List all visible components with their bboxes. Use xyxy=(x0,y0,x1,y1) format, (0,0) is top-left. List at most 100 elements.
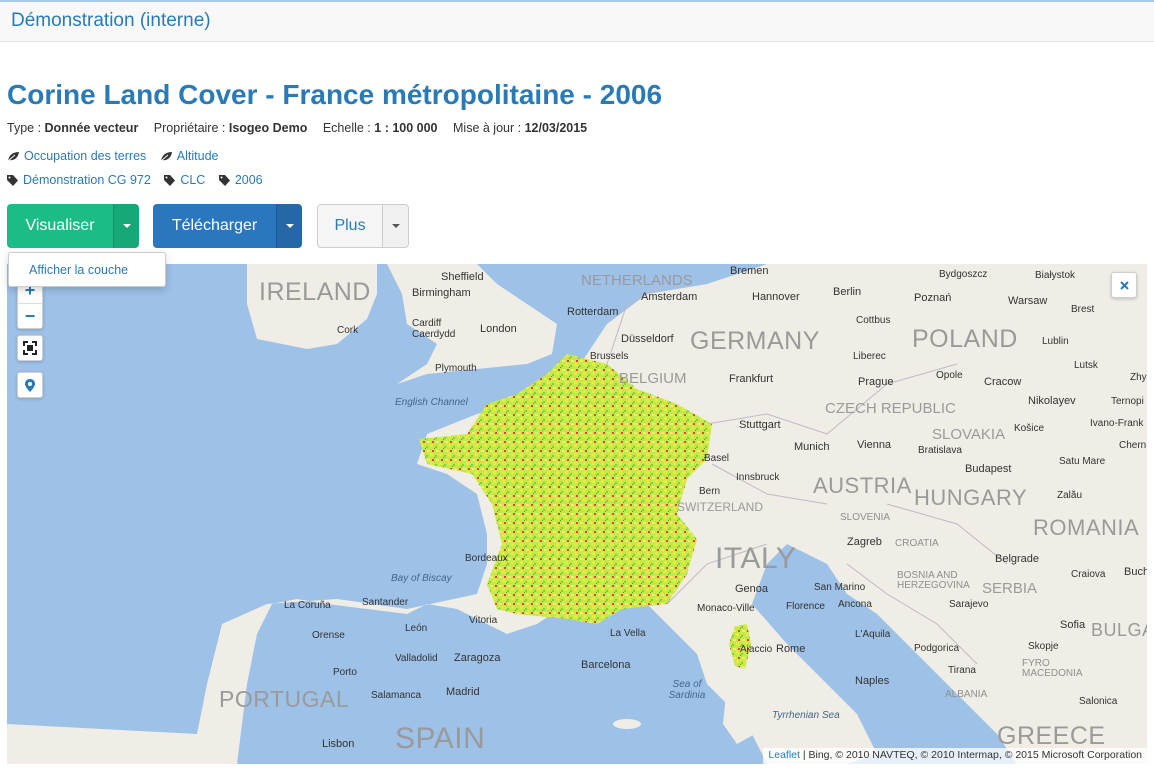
plus-button-group: Plus xyxy=(317,204,409,248)
map-label-city: Vienna xyxy=(857,439,892,451)
map-label-city: Orense xyxy=(312,630,345,641)
meta-scale-value: 1 : 100 000 xyxy=(374,121,438,135)
dataset-metadata: Type : Donnée vecteur Propriétaire : Iso… xyxy=(7,121,599,135)
map-label-country: SLOVENIA xyxy=(840,512,891,523)
map-label-country: SWITZERLAND xyxy=(677,500,764,514)
map-label-country: SLOVAKIA xyxy=(932,426,1006,443)
map-label-city: Salonica xyxy=(1079,696,1118,707)
keyword-label: Démonstration CG 972 xyxy=(23,173,151,187)
map-label-city: La Coruña xyxy=(284,600,331,611)
map-label-city: Innsbruck xyxy=(736,472,780,483)
theme-label: Altitude xyxy=(176,149,219,163)
telecharger-dropdown-toggle[interactable] xyxy=(276,204,302,248)
keyword-label: CLC xyxy=(180,173,206,187)
telecharger-button[interactable]: Télécharger xyxy=(153,204,276,248)
map-label-city: Zhy xyxy=(1130,372,1147,383)
visualiser-dropdown-toggle[interactable] xyxy=(113,204,139,248)
meta-scale-label: Echelle : xyxy=(322,121,371,135)
leaf-icon xyxy=(160,151,172,161)
map-label-country: PORTUGAL xyxy=(219,686,350,712)
map-label-country: ITALY xyxy=(715,542,797,575)
page-title: Corine Land Cover - France métropolitain… xyxy=(7,79,663,110)
map-label-city: La Vella xyxy=(610,628,646,639)
keyword-label: 2006 xyxy=(234,173,263,187)
close-map-button[interactable] xyxy=(1111,272,1137,298)
visualiser-button[interactable]: Visualiser xyxy=(7,204,113,248)
map-label-country: HUNGARY xyxy=(914,485,1028,510)
caret-down-icon xyxy=(122,224,131,228)
map-label-city: Bordeaux xyxy=(465,553,508,564)
plus-button[interactable]: Plus xyxy=(317,204,383,248)
map-label-country: ALBANIA xyxy=(945,689,988,700)
fullscreen-button[interactable] xyxy=(17,335,43,361)
map-label-sea: English Channel xyxy=(395,397,468,408)
map-label-city: Vitoria xyxy=(469,615,498,626)
zoom-out-button[interactable]: − xyxy=(18,303,42,328)
theme-link-altitude[interactable]: Altitude xyxy=(160,149,219,163)
themes-list: Occupation des terres Altitude xyxy=(7,149,228,165)
keyword-link-clc[interactable]: CLC xyxy=(164,173,205,187)
map-label-country: GERMANY xyxy=(690,327,820,355)
map-label-city: Podgorica xyxy=(914,643,960,654)
keyword-link-2006[interactable]: 2006 xyxy=(218,173,263,187)
keyword-link-demo[interactable]: Démonstration CG 972 xyxy=(7,173,151,187)
map-label-country: BULGARIA xyxy=(1091,620,1147,640)
fullscreen-icon xyxy=(23,341,37,355)
plus-dropdown-toggle[interactable] xyxy=(383,204,409,248)
map-label-city: Satu Mare xyxy=(1059,456,1106,467)
map-label-city: Munich xyxy=(794,441,830,453)
navbar-brand[interactable]: Démonstration (interne) xyxy=(11,10,211,32)
meta-type: Type : Donnée vecteur xyxy=(7,121,138,135)
show-layer-menu-item[interactable]: Afficher la couche xyxy=(29,263,128,277)
attribution-text: | Bing, © 2010 NAVTEQ, © 2010 Intermap, … xyxy=(799,749,1142,761)
map-label-city: Porto xyxy=(333,667,357,678)
map-label-city: Prague xyxy=(858,376,894,388)
map-label-city: Chern xyxy=(1119,440,1147,451)
map-attribution: Leaflet | Bing, © 2010 NAVTEQ, © 2010 In… xyxy=(763,748,1147,764)
map-label-city: Brest xyxy=(1071,304,1095,315)
tag-icon xyxy=(218,174,230,186)
map-label-city: Tirana xyxy=(948,665,976,676)
map-label-city: Düsseldorf xyxy=(621,333,674,345)
leaflet-link[interactable]: Leaflet xyxy=(768,749,800,761)
map-label-city: San Marino xyxy=(814,582,866,593)
map-label-country: SPAIN xyxy=(395,722,486,755)
map-label-country: CZECH REPUBLIC xyxy=(825,400,956,417)
map-label-city: Plymouth xyxy=(435,363,477,374)
telecharger-button-group: Télécharger xyxy=(153,204,302,248)
map-label-city: Lutsk xyxy=(1074,360,1098,371)
theme-label: Occupation des terres xyxy=(24,149,147,163)
map-label-country: AUSTRIA xyxy=(813,473,912,498)
map-label-city: Belgrade xyxy=(995,553,1040,565)
map-label-city: Madrid xyxy=(446,686,480,698)
map-label-city: Liberec xyxy=(853,351,886,362)
theme-link-occupation[interactable]: Occupation des terres xyxy=(7,149,146,163)
close-icon xyxy=(1119,280,1129,290)
map-label-city: Rome xyxy=(776,643,806,655)
map-label-city: Genoa xyxy=(735,583,769,595)
map-label-sea: Sea of Sardinia xyxy=(668,679,706,701)
map-label-city: Florence xyxy=(786,601,825,612)
map-label-city: León xyxy=(405,623,428,634)
map-label-city: Zalău xyxy=(1057,490,1083,501)
meta-owner-value: Isogeo Demo xyxy=(228,121,308,135)
map-label-country: IRELAND xyxy=(259,278,371,306)
map-label-city: Bydgoszcz xyxy=(939,269,988,280)
meta-type-label: Type : xyxy=(7,121,42,135)
map-label-sea: Bay of Biscay xyxy=(391,573,452,584)
map-label-city: Budapest xyxy=(965,463,1012,475)
map-label-country: BELGIUM xyxy=(619,370,687,387)
map-label-city: Valladolid xyxy=(395,653,438,664)
map-label-city: Monaco-Ville xyxy=(697,603,755,614)
meta-updated-label: Mise à jour : xyxy=(453,121,522,135)
map-label-city: Lublin xyxy=(1042,336,1069,347)
map-viewer[interactable]: IRELAND NETHERLANDS GERMANY POLAND BELGI… xyxy=(7,264,1147,764)
map-label-city: L'Aquila xyxy=(855,629,891,640)
tag-icon xyxy=(7,174,18,186)
map-label-city: Salamanca xyxy=(371,690,422,701)
locate-button[interactable] xyxy=(17,372,43,398)
map-label-city: Sarajevo xyxy=(949,599,989,610)
map-label-city: Bern xyxy=(699,486,721,497)
map-label-city: Ivano-Frank xyxy=(1090,418,1144,429)
map-label-city: Ternopi xyxy=(1111,396,1144,407)
